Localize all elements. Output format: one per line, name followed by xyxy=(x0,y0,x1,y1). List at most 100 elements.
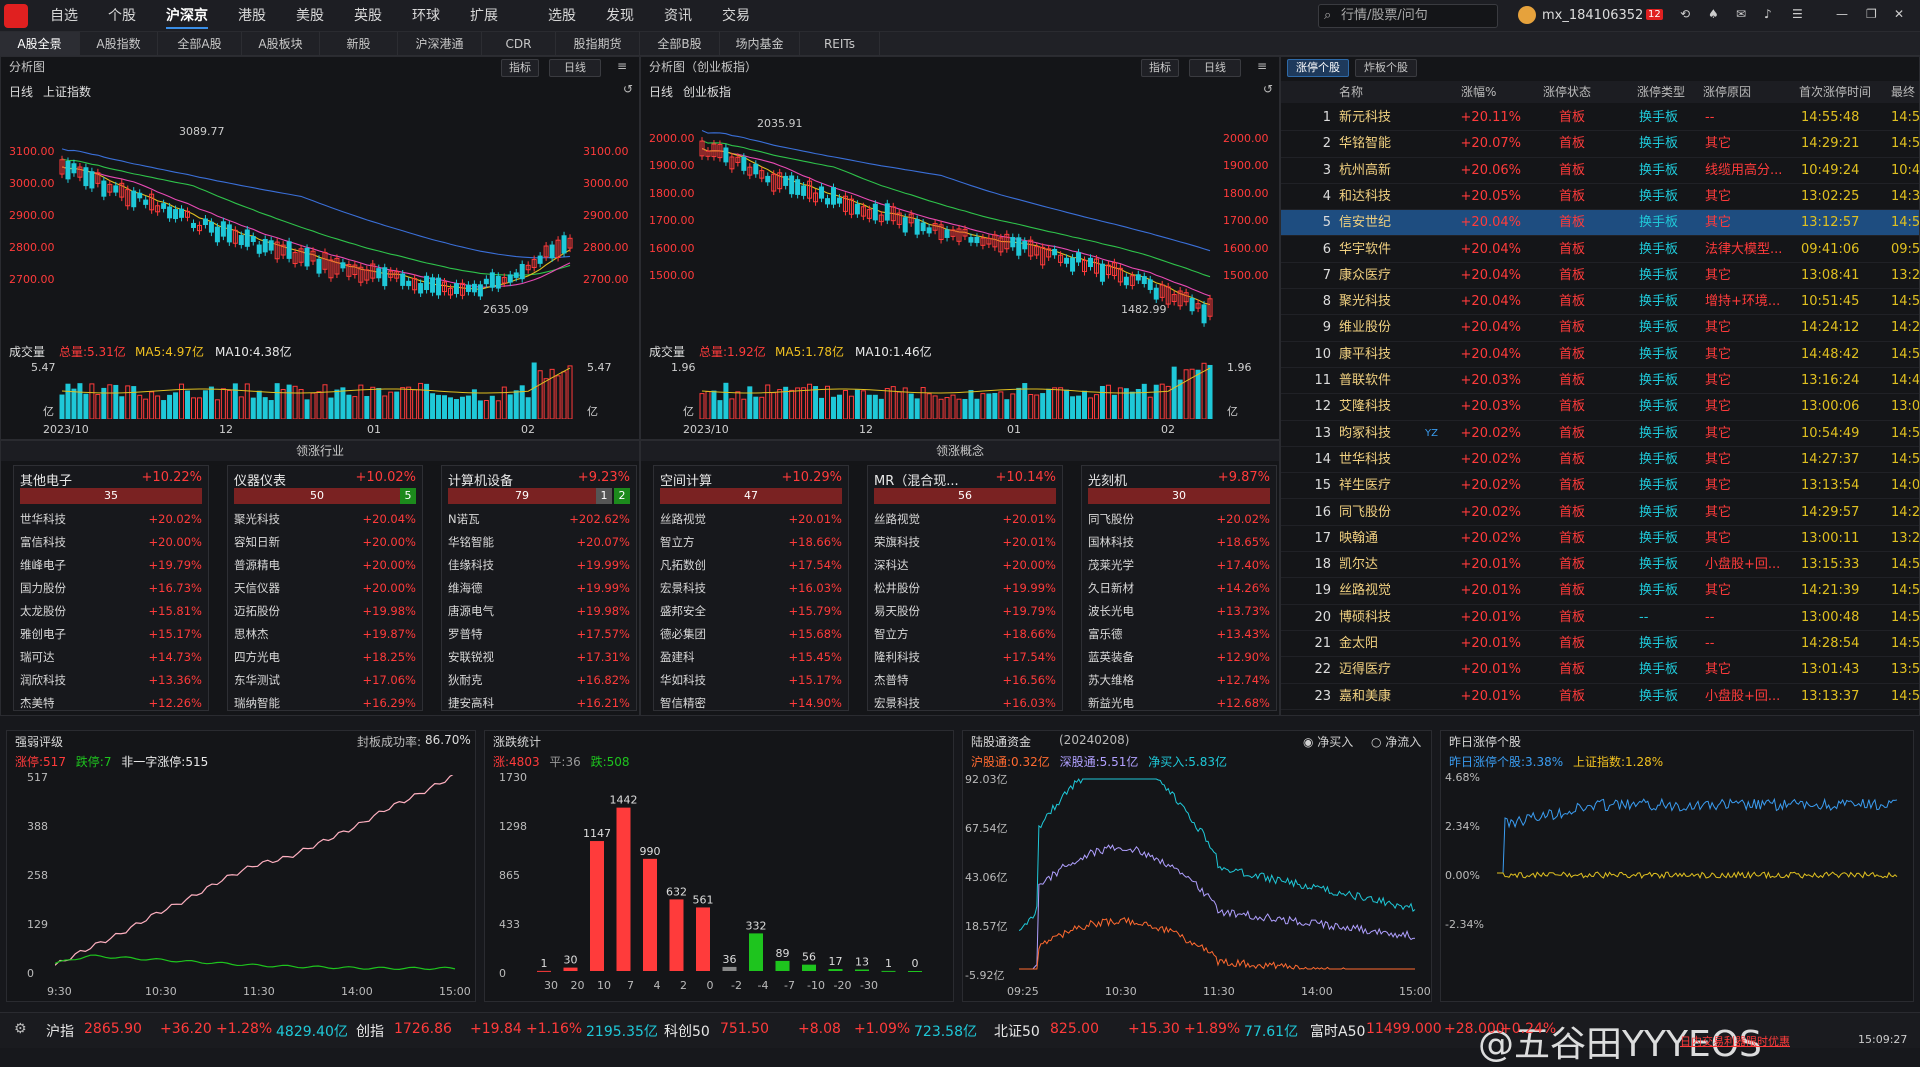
radio-net-inflow[interactable]: ○ 净流入 xyxy=(1371,733,1421,750)
nav-faxian[interactable]: 发现 xyxy=(606,0,634,32)
sector-stock-row[interactable]: 宏景科技 +16.03% xyxy=(874,692,1056,715)
table-row[interactable]: 21 金太阳 +20.01% 首板 换手板 -- 14:28:54 14:5 xyxy=(1281,631,1919,658)
sector-card[interactable]: 空间计算 +10.29% 47 丝路视觉 +20.01% 智立方 +18.66% 凡拓数创 +1… xyxy=(653,465,849,711)
table-row[interactable]: 9 维业股份 +20.04% 首板 换手板 其它 14:24:12 14:2 xyxy=(1281,315,1919,342)
nav-hushenjing[interactable]: 沪深京 xyxy=(166,0,208,32)
sector-stock-row[interactable]: 易天股份 +19.79% xyxy=(874,600,1056,623)
ticker-name[interactable]: 北证50 xyxy=(994,1021,1040,1041)
sector-stock-row[interactable]: 新益光电 +12.68% xyxy=(1088,692,1270,715)
yesterday-line-chart[interactable] xyxy=(1497,775,1901,975)
table-row[interactable]: 4 和达科技 +20.05% 首板 换手板 其它 13:02:25 14:3 xyxy=(1281,184,1919,211)
sector-stock-row[interactable]: N诺瓦 +202.62% xyxy=(448,508,630,531)
ticker-name[interactable]: 创指 xyxy=(356,1021,384,1041)
col-first-time[interactable]: 首次涨停时间 xyxy=(1799,81,1871,103)
col-final[interactable]: 最终 xyxy=(1891,81,1915,103)
sector-name[interactable]: 其他电子 xyxy=(20,470,72,489)
col-reason[interactable]: 涨停原因 xyxy=(1703,81,1751,103)
sector-stock-row[interactable]: 迈拓股份 +19.98% xyxy=(234,600,416,623)
sector-stock-row[interactable]: 维峰电子 +19.79% xyxy=(20,554,202,577)
sector-stock-row[interactable]: 东华测试 +17.06% xyxy=(234,669,416,692)
table-row[interactable]: 1 新元科技 +20.11% 首板 换手板 -- 14:55:48 14:5 xyxy=(1281,105,1919,132)
left-indicator-button[interactable]: 指标 xyxy=(501,59,539,77)
mail-icon[interactable]: ✉ xyxy=(1736,7,1746,21)
nav-zixuan[interactable]: 自选 xyxy=(50,0,78,32)
tab-hk-connect[interactable]: 沪深港通 xyxy=(398,32,482,56)
sector-stock-row[interactable]: 智立方 +18.66% xyxy=(874,623,1056,646)
table-row[interactable]: 22 迈得医疗 +20.01% 首板 换手板 其它 13:01:43 13:5 xyxy=(1281,657,1919,684)
sector-stock-row[interactable]: 普源精电 +20.00% xyxy=(234,554,416,577)
nav-gegu[interactable]: 个股 xyxy=(108,0,136,32)
col-pct[interactable]: 涨幅% xyxy=(1461,81,1496,103)
sector-stock-row[interactable]: 狄耐克 +16.82% xyxy=(448,669,630,692)
sector-stock-row[interactable]: 杰普特 +16.56% xyxy=(874,669,1056,692)
sector-stock-row[interactable]: 瑞纳智能 +16.29% xyxy=(234,692,416,715)
table-row[interactable]: 16 同飞股份 +20.02% 首板 换手板 其它 14:29:57 14:2 xyxy=(1281,500,1919,526)
hk-connect-line-chart[interactable] xyxy=(1019,775,1419,975)
nav-yinggu[interactable]: 英股 xyxy=(354,0,382,32)
sector-stock-row[interactable]: 松井股份 +19.99% xyxy=(874,577,1056,600)
sector-stock-row[interactable]: 润欣科技 +13.36% xyxy=(20,669,202,692)
tab-all-b[interactable]: 全部B股 xyxy=(640,32,720,56)
table-row[interactable]: 5 信安世纪 +20.04% 首板 换手板 其它 13:12:57 14:5 xyxy=(1281,210,1919,237)
tab-a-sector[interactable]: A股板块 xyxy=(242,32,320,56)
sector-card[interactable]: 其他电子 +10.22% 35 世华科技 +20.02% 富信科技 +20.00% 维峰电子 +… xyxy=(13,465,209,711)
nav-kuozhan[interactable]: 扩展 xyxy=(470,0,498,32)
app-logo-icon[interactable] xyxy=(4,4,28,28)
shirt-icon[interactable]: ♠ xyxy=(1708,7,1719,21)
sector-stock-row[interactable]: 瑞可达 +14.73% xyxy=(20,646,202,669)
table-row[interactable]: 19 丝路视觉 +20.01% 首板 换手板 其它 14:21:39 14:5 xyxy=(1281,578,1919,605)
tab-funds[interactable]: 场内基金 xyxy=(720,32,800,56)
sector-stock-row[interactable]: 思林杰 +19.87% xyxy=(234,623,416,646)
nav-jiaoyi[interactable]: 交易 xyxy=(722,0,750,32)
tab-a-overview[interactable]: A股全景 xyxy=(0,32,80,56)
sector-stock-row[interactable]: 富信科技 +20.00% xyxy=(20,531,202,554)
left-volume-chart[interactable] xyxy=(59,357,573,419)
sector-stock-row[interactable]: 智立方 +18.66% xyxy=(660,531,842,554)
sector-stock-row[interactable]: 罗普特 +17.57% xyxy=(448,623,630,646)
nav-meigu[interactable]: 美股 xyxy=(296,0,324,32)
sector-stock-row[interactable]: 国力股份 +16.73% xyxy=(20,577,202,600)
sector-name[interactable]: 空间计算 xyxy=(660,470,712,489)
tab-broken-board[interactable]: 炸板个股 xyxy=(1355,59,1417,77)
right-period-select[interactable]: 日线 xyxy=(1189,59,1241,77)
ticker-name[interactable]: 富时A50 xyxy=(1310,1021,1365,1041)
col-name[interactable]: 名称 xyxy=(1339,81,1363,103)
sector-stock-row[interactable]: 捷安高科 +16.21% xyxy=(448,692,630,715)
table-row[interactable]: 8 聚光科技 +20.04% 首板 换手板 增持+环境... 10:51:45 14:5 xyxy=(1281,289,1919,316)
table-row[interactable]: 2 华铭智能 +20.07% 首板 换手板 其它 14:29:21 14:5 xyxy=(1281,131,1919,158)
tab-futures[interactable]: 股指期货 xyxy=(556,32,640,56)
left-period-select[interactable]: 日线 xyxy=(549,59,601,77)
sector-stock-row[interactable]: 隆利科技 +17.54% xyxy=(874,646,1056,669)
right-reset-icon[interactable]: ↺ xyxy=(1263,82,1273,96)
username[interactable]: mx_184106352 xyxy=(1542,8,1643,23)
sector-stock-row[interactable]: 容知日新 +20.00% xyxy=(234,531,416,554)
settings-gear-icon[interactable]: ⚙ xyxy=(14,1021,27,1037)
sector-stock-row[interactable]: 维海德 +19.99% xyxy=(448,577,630,600)
nav-zixun[interactable]: 资讯 xyxy=(664,0,692,32)
col-status[interactable]: 涨停状态 xyxy=(1543,81,1591,103)
left-menu-icon[interactable]: ≡ xyxy=(617,59,627,73)
table-row[interactable]: 13 昀冢科技 +20.02% 首板 换手板 其它 10:54:49 14:5 YZ xyxy=(1281,421,1919,447)
nav-ganggu[interactable]: 港股 xyxy=(238,0,266,32)
sector-card[interactable]: 计算机设备 +9.23% 79 1 2 N诺瓦 +202.62% 华铭智能 +20.07% 佳缘科… xyxy=(441,465,637,711)
sector-stock-row[interactable]: 佳缘科技 +19.99% xyxy=(448,554,630,577)
left-reset-icon[interactable]: ↺ xyxy=(623,82,633,96)
table-row[interactable]: 11 普联软件 +20.03% 首板 换手板 其它 13:16:24 14:4 xyxy=(1281,368,1919,395)
sector-stock-row[interactable]: 华铭智能 +20.07% xyxy=(448,531,630,554)
sector-stock-row[interactable]: 丝路视觉 +20.01% xyxy=(874,508,1056,531)
table-row[interactable]: 14 世华科技 +20.02% 首板 换手板 其它 14:27:37 14:5 xyxy=(1281,447,1919,474)
radio-net-buy[interactable]: ◉ 净买入 xyxy=(1303,733,1353,750)
table-row[interactable]: 12 艾隆科技 +20.03% 首板 换手板 其它 13:00:06 13:0 xyxy=(1281,394,1919,421)
sector-stock-row[interactable]: 荣旗科技 +20.01% xyxy=(874,531,1056,554)
sector-stock-row[interactable]: 天信仪器 +20.00% xyxy=(234,577,416,600)
table-row[interactable]: 6 华宇软件 +20.04% 首板 换手板 法律大模型... 09:41:06 09:5 xyxy=(1281,237,1919,263)
search-input[interactable]: 行情/股票/问句 xyxy=(1318,4,1498,28)
table-row[interactable]: 18 凯尔达 +20.01% 首板 换手板 小盘股+回... 13:15:33 14:5 xyxy=(1281,552,1919,579)
table-row[interactable]: 7 康众医疗 +20.04% 首板 换手板 其它 13:08:41 13:2 xyxy=(1281,263,1919,290)
tab-reits[interactable]: REITs xyxy=(800,32,880,56)
sector-stock-row[interactable]: 世华科技 +20.02% xyxy=(20,508,202,531)
sector-stock-row[interactable]: 深科达 +20.00% xyxy=(874,554,1056,577)
promo-link[interactable]: 日内交易利器限时优惠 xyxy=(1680,1033,1790,1049)
sector-name[interactable]: 光刻机 xyxy=(1088,470,1127,489)
sector-stock-row[interactable]: 唐源电气 +19.98% xyxy=(448,600,630,623)
